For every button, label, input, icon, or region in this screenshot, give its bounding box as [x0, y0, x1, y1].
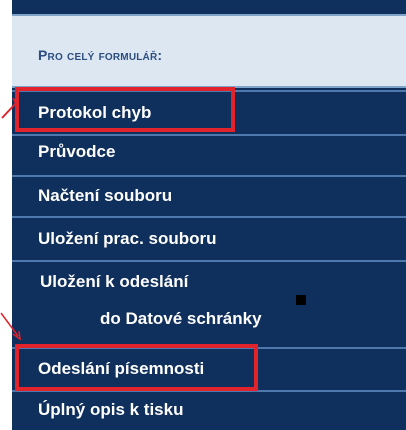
menu-item-ulozeni-prac-souboru[interactable]: Uložení prac. souboru [12, 218, 406, 260]
menu-item-label-line2: do Datové schránky [100, 309, 262, 328]
menu-item-uplny-opis-k-tisku[interactable]: Úplný opis k tisku [12, 392, 406, 430]
menu-item-label: Uložení prac. souboru [38, 229, 217, 248]
form-menu-panel: Pro celý formulář: Protokol chyb Průvodc… [12, 0, 406, 430]
menu-item-label: Úplný opis k tisku [38, 400, 184, 419]
menu-item-nacteni-souboru[interactable]: Načtení souboru [12, 177, 406, 216]
form-menu-header: Pro celý formulář: [12, 14, 406, 88]
menu-item-ulozeni-k-odeslani[interactable]: Uložení k odeslání do Datové schránky [12, 262, 406, 347]
arrow-icon [0, 312, 21, 341]
cursor-marker [296, 295, 306, 305]
menu-item-label: Načtení souboru [38, 186, 173, 205]
menu-item-odeslani-pisemnosti[interactable]: Odeslání písemnosti [12, 349, 406, 390]
menu-item-pruvodce[interactable]: Průvodce [12, 136, 406, 175]
menu-item-protokol-chyb[interactable]: Protokol chyb [12, 92, 406, 134]
menu-item-label: Protokol chyb [38, 103, 152, 122]
screenshot-stage: Pro celý formulář: Protokol chyb Průvodc… [0, 0, 406, 430]
menu-item-label: Průvodce [38, 142, 116, 161]
form-menu-header-title: Pro celý formulář: [38, 47, 163, 63]
menu-item-label: Uložení k odeslání [40, 272, 189, 291]
arrow-icon [1, 98, 19, 119]
menu-item-label: Odeslání písemnosti [38, 359, 205, 378]
